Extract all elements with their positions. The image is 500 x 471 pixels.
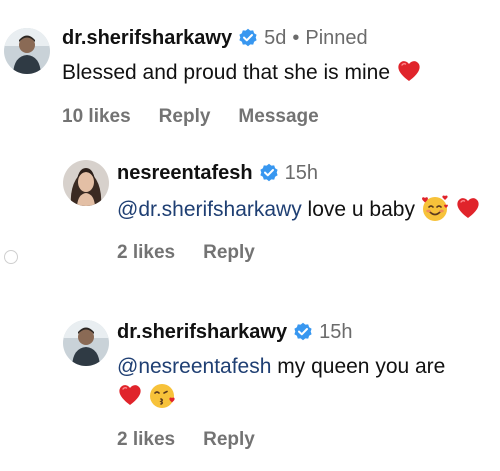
comment-text: @dr.sherifsharkawy love u baby: [117, 194, 487, 224]
comment-username[interactable]: dr.sherifsharkawy: [62, 26, 232, 50]
comment-text: Blessed and proud that she is mine: [62, 59, 422, 87]
verified-badge-icon: [293, 322, 313, 342]
likes-count[interactable]: 2 likes: [117, 429, 175, 451]
verified-badge-icon: [238, 28, 258, 48]
comment-username[interactable]: dr.sherifsharkawy: [117, 320, 287, 344]
message-button[interactable]: Message: [238, 106, 318, 128]
dot-separator: •: [292, 27, 300, 49]
comment-username[interactable]: nesreentafesh: [117, 161, 253, 185]
comment-time: 15h: [284, 162, 318, 184]
avatar[interactable]: [4, 28, 50, 74]
likes-count[interactable]: 2 likes: [117, 242, 175, 264]
reply-button[interactable]: Reply: [159, 106, 211, 128]
comment-text-body: my queen you are: [271, 355, 446, 378]
red-heart-emoji: [455, 196, 481, 220]
avatar[interactable]: [63, 160, 109, 206]
mention-link[interactable]: @nesreentafesh: [117, 355, 271, 378]
verified-badge-icon: [259, 163, 279, 183]
mention-link[interactable]: @dr.sherifsharkawy: [117, 198, 302, 221]
red-heart-emoji: [117, 383, 143, 407]
face-blowing-kiss-emoji: [149, 381, 177, 409]
comment-text-body: love u baby: [301, 198, 415, 221]
reply-button[interactable]: Reply: [203, 242, 255, 264]
avatar[interactable]: [63, 320, 109, 366]
comment-time: 15h: [319, 321, 353, 343]
red-heart-emoji: [396, 59, 422, 83]
comments-thread: dr.sherifsharkawy 5d • Pinned Blessed an…: [0, 0, 500, 471]
comment-text-body: Blessed and proud that she is mine: [62, 61, 391, 84]
pinned-label: Pinned: [305, 27, 368, 49]
likes-count[interactable]: 10 likes: [62, 106, 131, 128]
reply-button[interactable]: Reply: [203, 429, 255, 451]
scroll-indicator: [4, 250, 18, 264]
smiling-face-with-hearts-emoji: [421, 194, 449, 222]
comment-time: 5d: [264, 27, 287, 49]
comment-text: @nesreentafesh my queen you are: [117, 353, 457, 411]
